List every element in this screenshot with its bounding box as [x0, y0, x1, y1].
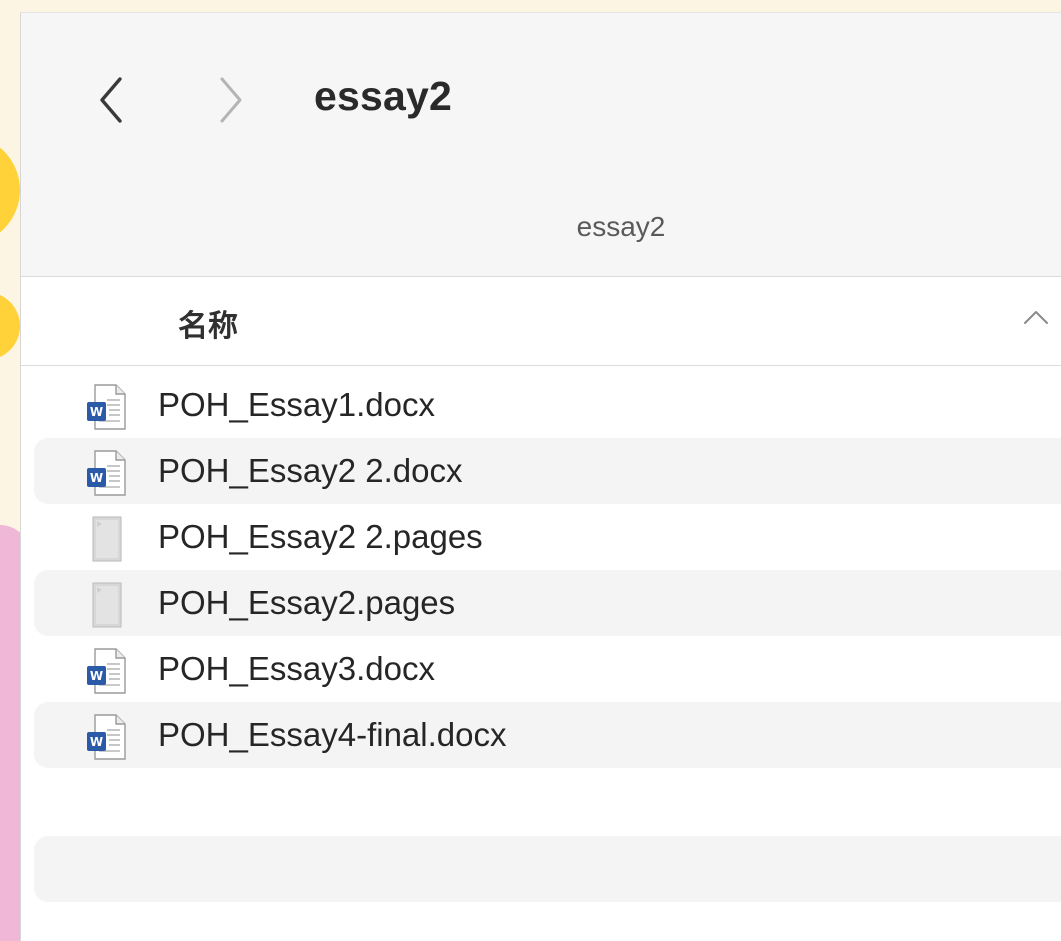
- column-name-header[interactable]: 名称: [178, 301, 238, 345]
- file-list: W POH_Essay1.docx W POH_Essay2 2.docx PO…: [34, 372, 1061, 768]
- pages-document-icon: [85, 515, 129, 563]
- list-item[interactable]: W POH_Essay4-final.docx: [34, 702, 1061, 768]
- forward-button[interactable]: [211, 75, 251, 125]
- desktop-wallpaper: essay2 essay2 名称 W POH_Essay1.docx W POH…: [0, 0, 1061, 941]
- back-button[interactable]: [91, 75, 131, 125]
- list-item[interactable]: POH_Essay2.pages: [34, 570, 1061, 636]
- list-item[interactable]: W POH_Essay1.docx: [34, 372, 1061, 438]
- svg-text:W: W: [90, 405, 103, 419]
- svg-text:W: W: [90, 669, 103, 683]
- empty-list-row: [34, 836, 1061, 902]
- file-name: POH_Essay1.docx: [158, 386, 435, 423]
- file-name: POH_Essay4-final.docx: [158, 716, 507, 753]
- file-name: POH_Essay3.docx: [158, 650, 435, 687]
- chevron-up-icon[interactable]: [1021, 307, 1051, 332]
- word-document-icon: W: [85, 449, 129, 497]
- file-name: POH_Essay2.pages: [158, 584, 456, 621]
- svg-text:W: W: [90, 735, 103, 749]
- chevron-right-icon: [220, 77, 242, 123]
- list-item[interactable]: W POH_Essay2 2.docx: [34, 438, 1061, 504]
- chevron-left-icon: [100, 77, 122, 123]
- wallpaper-shape: [0, 135, 20, 245]
- word-document-icon: W: [85, 713, 129, 761]
- pages-document-icon: [85, 581, 129, 629]
- list-item[interactable]: W POH_Essay3.docx: [34, 636, 1061, 702]
- path-title: essay2: [576, 211, 666, 242]
- list-item[interactable]: POH_Essay2 2.pages: [34, 504, 1061, 570]
- svg-text:W: W: [90, 471, 103, 485]
- file-name: POH_Essay2 2.docx: [158, 452, 463, 489]
- file-name: POH_Essay2 2.pages: [158, 518, 483, 555]
- word-document-icon: W: [85, 383, 129, 431]
- toolbar: essay2 essay2: [21, 13, 1061, 277]
- column-header: 名称: [21, 277, 1061, 366]
- wallpaper-shape: [0, 292, 20, 360]
- word-document-icon: W: [85, 647, 129, 695]
- window-title: essay2: [314, 73, 453, 119]
